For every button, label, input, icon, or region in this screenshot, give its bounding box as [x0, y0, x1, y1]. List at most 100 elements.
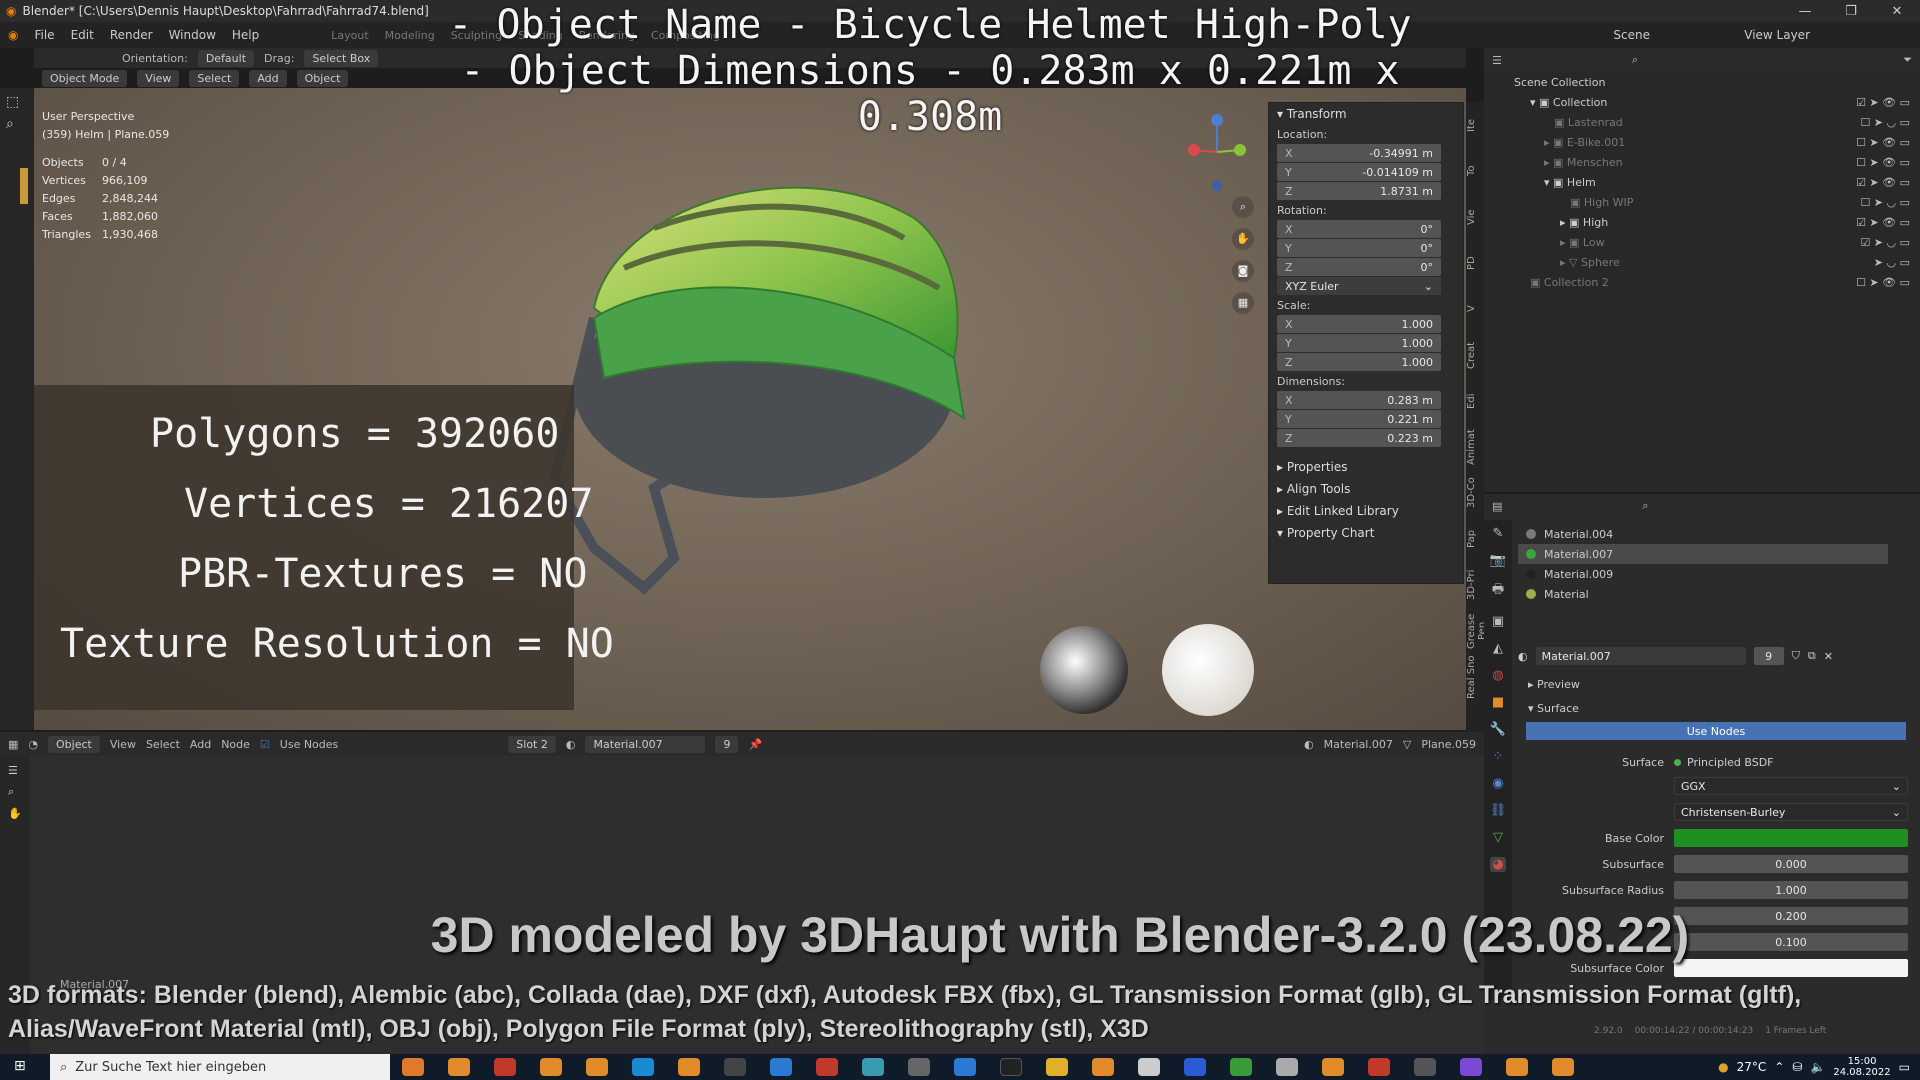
view-layer-icon[interactable]: ▣: [1492, 614, 1504, 629]
edge-icon[interactable]: [632, 1058, 654, 1076]
physics-icon[interactable]: ◉: [1492, 776, 1503, 791]
duplicate-icon[interactable]: ⧉: [1808, 649, 1816, 663]
blender-menu-icon[interactable]: ◉: [8, 28, 18, 42]
filter-icon[interactable]: ⏷: [1903, 53, 1912, 67]
workspace-tab-layout[interactable]: Layout: [331, 29, 368, 42]
property-chart-section[interactable]: ▾ Property Chart: [1269, 522, 1463, 544]
app-taskbar-icon[interactable]: [816, 1058, 838, 1076]
editor-type-icon[interactable]: ▤: [1492, 500, 1502, 513]
sidebar-tab[interactable]: Real Sno: [1466, 654, 1477, 700]
use-nodes-checkbox[interactable]: ☑: [260, 738, 270, 751]
world-icon[interactable]: ◍: [1492, 668, 1503, 683]
menu-file[interactable]: File: [34, 28, 54, 42]
sidebar-tab[interactable]: To: [1466, 148, 1477, 194]
search-icon[interactable]: ⌕: [1642, 499, 1648, 513]
blender-taskbar-icon[interactable]: [1552, 1058, 1574, 1076]
app-taskbar-icon[interactable]: [724, 1058, 746, 1076]
align-tools-section[interactable]: ▸ Align Tools: [1269, 478, 1463, 500]
particles-icon[interactable]: ⁘: [1493, 749, 1504, 764]
blender-taskbar-icon[interactable]: [1092, 1058, 1114, 1076]
outliner-row[interactable]: ▸ ▽ Sphere ➤ ◡ ▭: [1484, 252, 1920, 272]
view-layer-selector[interactable]: View Layer: [1744, 28, 1810, 42]
subsurface-method-dropdown[interactable]: Christensen-Burley ⌄: [1674, 803, 1908, 821]
blender-taskbar-icon[interactable]: [678, 1058, 700, 1076]
constraints-icon[interactable]: ⛓: [1490, 803, 1507, 818]
outliner-row[interactable]: ▣ Collection 2 ☐ ➤ 👁 ▭: [1484, 272, 1920, 292]
menu-window[interactable]: Window: [169, 28, 216, 42]
pin-icon[interactable]: 📌: [748, 738, 762, 751]
shader-menu-view[interactable]: View: [110, 738, 136, 751]
viewport-menu-select[interactable]: Select: [189, 69, 240, 87]
select-tool-icon[interactable]: ⬚: [6, 94, 28, 110]
viewport-menu-view[interactable]: View: [137, 69, 180, 87]
use-nodes-button[interactable]: Use Nodes: [1526, 722, 1906, 740]
render-icon[interactable]: 📷: [1490, 553, 1506, 568]
app-taskbar-icon[interactable]: [1230, 1058, 1252, 1076]
material-slot[interactable]: Material.004: [1518, 524, 1888, 544]
windows-start-icon[interactable]: ⊞: [14, 1058, 26, 1074]
shader-menu-select[interactable]: Select: [146, 738, 180, 751]
notifications-icon[interactable]: ▭: [1899, 1060, 1910, 1074]
pan-hand-icon[interactable]: ✋: [1232, 228, 1254, 250]
material-users-count[interactable]: 9: [1753, 647, 1784, 665]
outliner-row[interactable]: ▸ ▣ E-Bike.001 ☐ ➤ 👁 ▭: [1484, 132, 1920, 152]
mesh-icon[interactable]: ▽: [1403, 738, 1411, 751]
slot-dropdown[interactable]: Slot 2: [508, 735, 556, 753]
maximize-button[interactable]: ❐: [1828, 4, 1874, 19]
preview-panel-header[interactable]: ▸ Preview: [1528, 678, 1580, 691]
shader-material-field[interactable]: Material.007: [585, 735, 706, 753]
sidebar-tab[interactable]: Edi: [1466, 378, 1477, 424]
fake-user-icon[interactable]: ⛉: [1792, 649, 1800, 663]
material-slot[interactable]: Material: [1518, 584, 1888, 604]
scale-y-field[interactable]: Y 1.000: [1277, 334, 1441, 352]
orientation-dropdown[interactable]: Default: [197, 49, 255, 67]
tray-chevron-icon[interactable]: ⌃: [1774, 1060, 1784, 1074]
menu-icon[interactable]: ☰: [8, 764, 22, 777]
subsurface-radius-x-field[interactable]: 1.000: [1674, 881, 1908, 899]
app-taskbar-icon[interactable]: [862, 1058, 884, 1076]
taskbar-search-input[interactable]: ⌕ Zur Suche Text hier eingeben: [50, 1054, 390, 1080]
editor-type-icon[interactable]: ▦: [8, 738, 18, 751]
output-icon[interactable]: 🖶: [1492, 580, 1504, 602]
mode-dropdown[interactable]: Object Mode: [42, 69, 128, 87]
sidebar-tab[interactable]: 3D-Pri: [1466, 562, 1477, 608]
sidebar-tab[interactable]: Animat: [1466, 424, 1477, 470]
sidebar-tab[interactable]: Pap: [1466, 516, 1477, 562]
outliner-row[interactable]: ▸ ▣ Low ☑ ➤ ◡ ▭: [1484, 232, 1920, 252]
material-browse-icon[interactable]: ◐: [1304, 738, 1314, 751]
weather-icon[interactable]: ●: [1718, 1060, 1728, 1074]
properties-section[interactable]: ▸ Properties: [1269, 456, 1463, 478]
app-taskbar-icon[interactable]: [954, 1058, 976, 1076]
app-taskbar-icon[interactable]: [1460, 1058, 1482, 1076]
calculator-icon[interactable]: [1184, 1058, 1206, 1076]
edit-linked-library-section[interactable]: ▸ Edit Linked Library: [1269, 500, 1463, 522]
distribution-dropdown[interactable]: GGX ⌄: [1674, 777, 1908, 795]
app-taskbar-icon[interactable]: [1138, 1058, 1160, 1076]
object-icon[interactable]: ■: [1492, 695, 1504, 710]
scale-x-field[interactable]: X 1.000: [1277, 315, 1441, 333]
search-icon[interactable]: ⌕: [1632, 53, 1638, 67]
blender-taskbar-icon[interactable]: [540, 1058, 562, 1076]
scene-selector[interactable]: Scene: [1613, 28, 1650, 42]
scale-z-field[interactable]: Z 1.000: [1277, 353, 1441, 371]
base-color-swatch[interactable]: [1674, 829, 1908, 847]
transform-panel-header[interactable]: ▾ Transform: [1269, 103, 1463, 125]
viewport-menu-object[interactable]: Object: [296, 69, 349, 87]
pan-hand-icon[interactable]: ✋: [8, 807, 22, 820]
material-slot[interactable]: Material.007: [1518, 544, 1888, 564]
surface-panel-header[interactable]: ▾ Surface: [1528, 702, 1579, 715]
sidebar-tab[interactable]: Vie: [1466, 194, 1477, 240]
app-taskbar-icon[interactable]: [1414, 1058, 1436, 1076]
search-icon[interactable]: ⌕: [6, 116, 28, 132]
shader-menu-node[interactable]: Node: [221, 738, 250, 751]
app-taskbar-icon[interactable]: [1368, 1058, 1390, 1076]
surface-shader-field[interactable]: Principled BSDF: [1674, 756, 1908, 769]
close-button[interactable]: ✕: [1874, 4, 1920, 19]
zoom-icon[interactable]: ⌕: [1232, 196, 1254, 218]
blender-taskbar-icon[interactable]: [1322, 1058, 1344, 1076]
outliner-row[interactable]: ▾ ▣ Helm ☑ ➤ 👁 ▭: [1484, 172, 1920, 192]
menu-edit[interactable]: Edit: [71, 28, 94, 42]
data-icon[interactable]: ▽: [1493, 830, 1503, 845]
blender-taskbar-icon[interactable]: [448, 1058, 470, 1076]
grid-icon[interactable]: ▦: [1232, 292, 1254, 314]
